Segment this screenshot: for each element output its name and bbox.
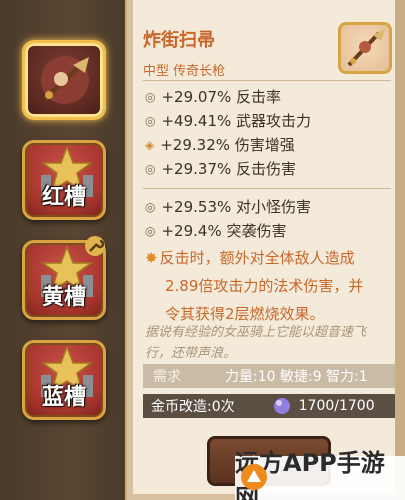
stat-row: ◎ +29.4% 突袭伤害 xyxy=(145,220,286,241)
stat-row: ◎ +29.07% 反击率 xyxy=(145,86,281,107)
divider xyxy=(143,188,391,189)
broom-weapon-icon xyxy=(347,29,385,67)
stat-text: +29.4% 突袭伤害 xyxy=(161,222,287,240)
requirements-bar: 需求 力量:10 敏捷:9 智力:1 xyxy=(143,364,395,388)
item-header: 炸街扫帚 中型 传奇长枪 xyxy=(143,26,225,79)
circle-bullet-icon: ◎ xyxy=(145,223,156,238)
item-type: 中型 传奇长枪 xyxy=(143,64,226,79)
divider xyxy=(143,80,391,81)
wrench-icon[interactable] xyxy=(84,235,106,257)
gold-reforge-bar: 金币改造:0次 1700/1700 xyxy=(143,394,395,418)
blue-slot[interactable]: 蓝槽 xyxy=(22,340,106,420)
effect-line: 2.89倍攻击力的法术伤害，并 xyxy=(165,277,364,295)
weapon-slot[interactable] xyxy=(22,40,106,120)
stat-text: +29.53% 对小怪伤害 xyxy=(161,198,312,216)
stat-text: +49.41% 武器攻击力 xyxy=(161,112,312,130)
requirements-values: 力量:10 敏捷:9 智力:1 xyxy=(225,369,368,385)
item-detail-panel: 炸街扫帚 中型 传奇长枪 ◎ +29.07% 反击率 ◎ +49.41% 武器攻… xyxy=(125,0,405,500)
star-icon: ✸ xyxy=(145,249,158,267)
stat-row: ◈ +29.32% 伤害增强 xyxy=(145,134,295,155)
orb-icon xyxy=(273,398,290,414)
circle-bullet-icon: ◎ xyxy=(145,113,156,128)
gold-reforge-label: 金币改造:0次 xyxy=(151,399,235,415)
requirements-title: 需求 xyxy=(153,369,181,385)
slot-label: 红槽 xyxy=(41,185,86,210)
flavor-text: 据说有经验的女巫骑上它能以超音速飞 行，还带声浪。 xyxy=(145,322,395,364)
diamond-bullet-icon: ◈ xyxy=(145,137,155,152)
stat-text: +29.07% 反击率 xyxy=(161,88,282,106)
effect-line: 反击时，额外对全体敌人造成 xyxy=(159,249,355,267)
red-slot[interactable]: 红槽 xyxy=(22,140,106,220)
item-thumbnail xyxy=(338,22,392,74)
stat-row: ◎ +29.53% 对小怪伤害 xyxy=(145,196,311,217)
special-effect: ✸ 反击时，额外对全体敌人造成 2.89倍攻击力的法术伤害，并 令其获得2层燃烧效… xyxy=(145,244,395,328)
watermark-logo-icon xyxy=(241,464,267,490)
slot-label: 黄槽 xyxy=(41,285,86,310)
watermark: 远方APP手游网 xyxy=(235,449,405,500)
slot-label: 蓝槽 xyxy=(41,385,86,410)
flavor-line: 行，还带声浪。 xyxy=(145,346,237,361)
durability-value: 1700/1700 xyxy=(298,398,375,414)
broom-weapon-icon xyxy=(41,56,89,104)
stat-text: +29.37% 反击伤害 xyxy=(161,160,297,178)
item-name: 炸街扫帚 xyxy=(143,30,215,51)
stat-row: ◎ +29.37% 反击伤害 xyxy=(145,158,296,179)
stat-row: ◎ +49.41% 武器攻击力 xyxy=(145,110,311,131)
circle-bullet-icon: ◎ xyxy=(145,161,156,176)
circle-bullet-icon: ◎ xyxy=(145,199,156,214)
circle-bullet-icon: ◎ xyxy=(145,89,156,104)
stat-text: +29.32% 伤害增强 xyxy=(160,136,295,154)
flavor-line: 据说有经验的女巫骑上它能以超音速飞 xyxy=(145,325,367,340)
slot-column: 红槽 黄槽 蓝槽 xyxy=(0,0,125,500)
